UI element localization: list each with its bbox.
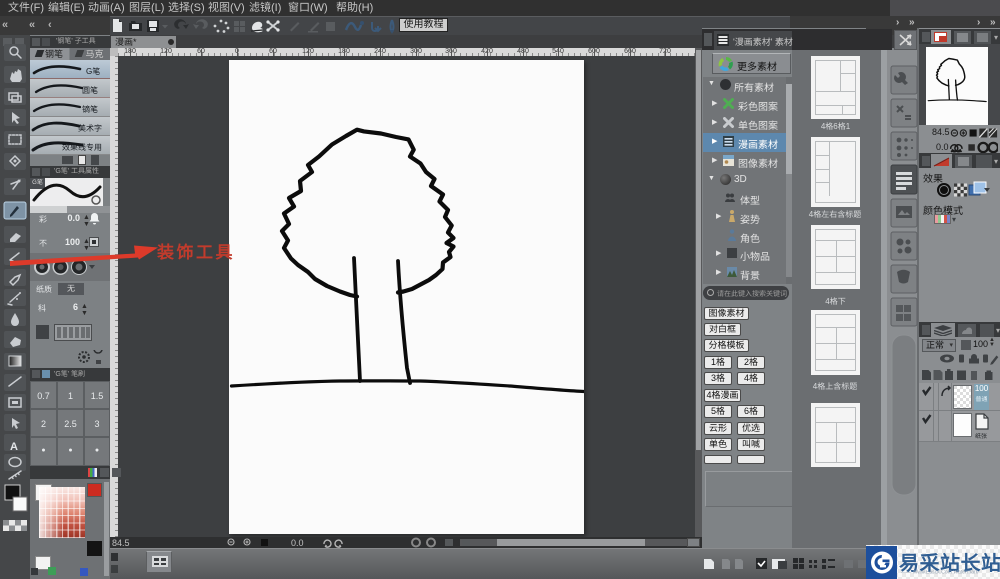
svg-text:A: A — [10, 441, 18, 453]
